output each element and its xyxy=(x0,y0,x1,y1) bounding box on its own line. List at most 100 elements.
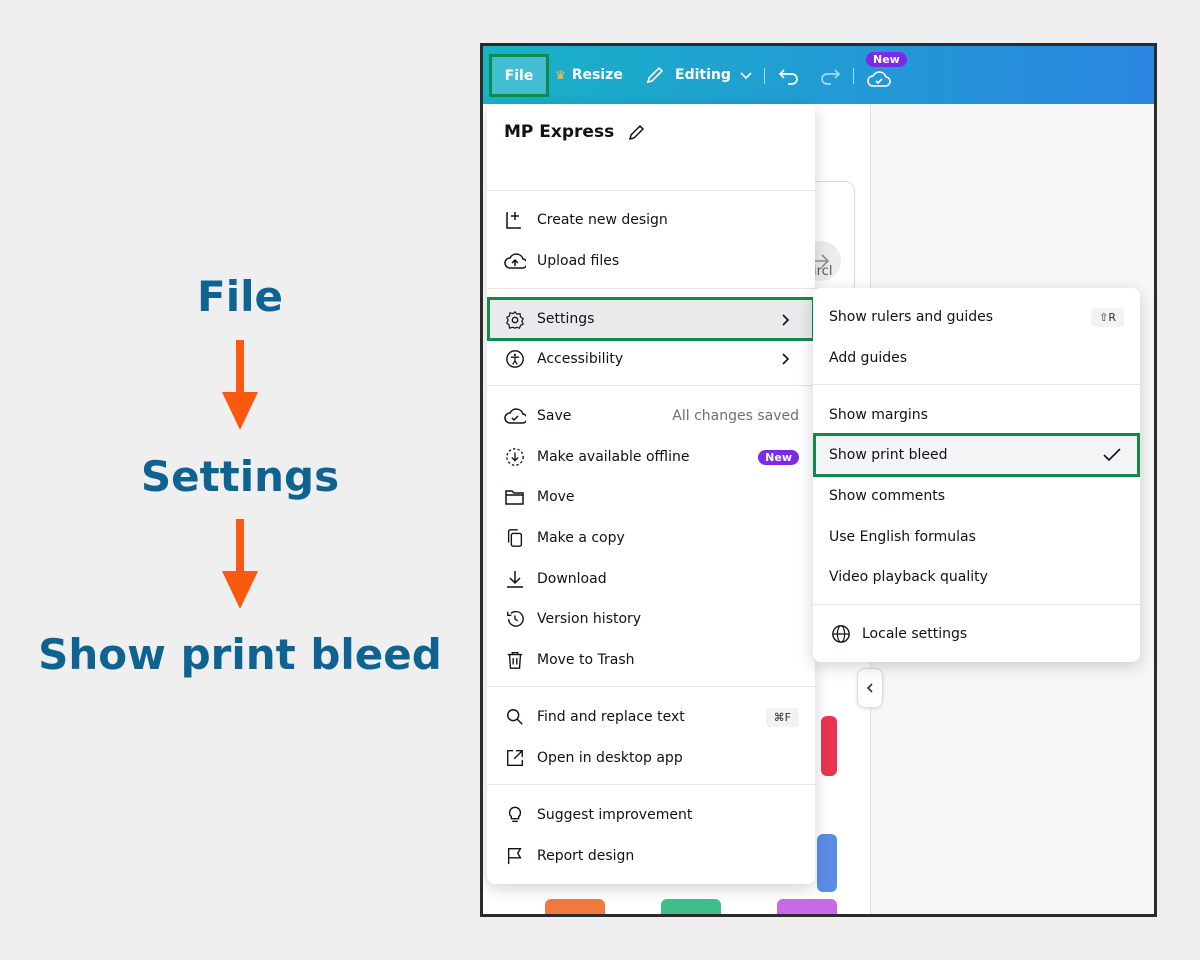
menu-item-label: Download xyxy=(537,571,607,587)
history-icon xyxy=(507,610,524,627)
submenu-item-add-guides[interactable]: Add guides xyxy=(813,339,1140,377)
cloud-check-icon xyxy=(867,71,891,87)
pencil-icon xyxy=(629,124,645,141)
menu-item-settings[interactable]: Settings xyxy=(487,297,815,341)
menu-item-label: Settings xyxy=(537,311,595,327)
globe-icon xyxy=(832,625,850,643)
file-menu-button[interactable]: File xyxy=(489,54,549,97)
thumbnail xyxy=(661,899,721,914)
editing-label: Editing xyxy=(675,67,731,83)
offline-download-icon xyxy=(506,448,524,466)
shortcut-key: ⇧R xyxy=(1091,307,1124,327)
submenu-item-label: Show comments xyxy=(829,488,946,504)
cloud-check-icon xyxy=(504,408,526,424)
chevron-right-icon xyxy=(782,353,790,365)
menu-item-save[interactable]: Save All changes saved xyxy=(487,397,815,435)
menu-item-label: Make available offline xyxy=(537,449,690,465)
submenu-item-label: Show rulers and guides xyxy=(829,309,994,325)
menu-item-make-available-offline[interactable]: Make available offline New xyxy=(487,438,815,476)
redo-button[interactable] xyxy=(819,46,841,104)
cloud-upload-icon xyxy=(504,253,526,269)
crown-icon: ♛ xyxy=(555,68,566,82)
menu-item-label: Create new design xyxy=(537,212,668,228)
copy-icon xyxy=(507,529,523,547)
menu-item-download[interactable]: Download xyxy=(487,560,815,598)
menu-divider xyxy=(487,288,815,289)
thumbnail xyxy=(545,899,605,914)
add-page-icon xyxy=(506,212,521,229)
down-arrow-icon xyxy=(222,340,258,430)
trash-icon xyxy=(507,652,523,669)
menu-item-accessibility[interactable]: Accessibility xyxy=(487,340,815,378)
folder-icon xyxy=(505,490,524,505)
menu-item-move[interactable]: Move xyxy=(487,478,815,516)
resize-button[interactable]: ♛ Resize xyxy=(555,46,623,104)
menu-item-label: Find and replace text xyxy=(537,709,685,725)
thumbnail xyxy=(821,716,837,776)
submenu-item-locale-settings[interactable]: Locale settings xyxy=(813,615,1140,653)
top-toolbar: File ♛ Resize Editing New xyxy=(483,46,1154,104)
step-file-label: File xyxy=(197,272,283,321)
submenu-item-label: Use English formulas xyxy=(829,529,976,545)
submenu-item-label: Show margins xyxy=(829,407,928,423)
submenu-item-show-print-bleed[interactable]: Show print bleed xyxy=(813,433,1140,477)
collapse-panel-button[interactable] xyxy=(857,668,883,708)
submenu-item-video-playback-quality[interactable]: Video playback quality xyxy=(813,558,1140,596)
submenu-item-label: Add guides xyxy=(829,350,907,366)
new-badge: New xyxy=(866,52,907,67)
menu-item-create-new-design[interactable]: Create new design xyxy=(487,201,815,239)
resize-label: Resize xyxy=(571,67,623,83)
menu-item-label: Suggest improvement xyxy=(537,807,693,823)
menu-item-label: Move to Trash xyxy=(537,652,635,668)
toolbar-divider xyxy=(764,68,765,84)
menu-item-label: Upload files xyxy=(537,253,620,269)
pencil-icon xyxy=(646,66,664,84)
menu-divider xyxy=(813,604,1140,605)
editor-screenshot: ircl File ♛ Resize Editing New MP Expres… xyxy=(480,43,1157,917)
download-icon xyxy=(507,571,523,588)
undo-button[interactable] xyxy=(778,46,800,104)
search-icon xyxy=(506,709,523,725)
menu-item-find-replace[interactable]: Find and replace text ⌘F xyxy=(487,698,815,736)
submenu-item-english-formulas[interactable]: Use English formulas xyxy=(813,518,1140,556)
shortcut-key: ⌘F xyxy=(765,707,799,727)
redo-icon xyxy=(821,69,841,85)
editing-mode-button[interactable]: Editing xyxy=(645,46,753,104)
submenu-item-show-rulers[interactable]: Show rulers and guides ⇧R xyxy=(813,298,1140,336)
lightbulb-icon xyxy=(508,806,522,823)
menu-divider xyxy=(487,686,815,687)
design-title[interactable]: MP Express xyxy=(504,122,646,142)
thumbnail xyxy=(817,834,837,892)
down-arrow-icon xyxy=(222,519,258,609)
chevron-right-icon xyxy=(782,314,790,326)
menu-item-make-a-copy[interactable]: Make a copy xyxy=(487,519,815,557)
menu-item-version-history[interactable]: Version history xyxy=(487,600,815,638)
submenu-item-label: Video playback quality xyxy=(829,569,988,585)
external-link-icon xyxy=(507,750,523,766)
menu-item-open-desktop-app[interactable]: Open in desktop app xyxy=(487,739,815,777)
file-menu: MP Express Create new design Upload file… xyxy=(487,104,815,884)
thumbnail xyxy=(777,899,837,914)
instruction-steps: File Settings Show print bleed xyxy=(0,0,480,960)
chevron-down-icon xyxy=(740,72,752,80)
submenu-item-label: Locale settings xyxy=(862,626,968,642)
menu-item-label: Accessibility xyxy=(537,351,624,367)
undo-icon xyxy=(778,69,798,85)
menu-divider xyxy=(487,190,815,191)
menu-item-label: Open in desktop app xyxy=(537,750,683,766)
menu-item-move-to-trash[interactable]: Move to Trash xyxy=(487,641,815,679)
menu-item-label: Version history xyxy=(537,611,642,627)
menu-divider xyxy=(813,384,1140,385)
menu-item-label: Move xyxy=(537,489,575,505)
menu-item-report-design[interactable]: Report design xyxy=(487,837,815,875)
menu-item-suggest-improvement[interactable]: Suggest improvement xyxy=(487,796,815,834)
submenu-item-show-comments[interactable]: Show comments xyxy=(813,477,1140,515)
step-print-bleed-label: Show print bleed xyxy=(38,630,442,679)
flag-icon xyxy=(507,848,522,865)
submenu-item-show-margins[interactable]: Show margins xyxy=(813,396,1140,434)
gear-icon xyxy=(506,310,524,329)
menu-divider xyxy=(487,784,815,785)
settings-submenu: Show rulers and guides ⇧R Add guides Sho… xyxy=(813,288,1140,662)
menu-item-upload-files[interactable]: Upload files xyxy=(487,242,815,280)
design-title-text: MP Express xyxy=(504,122,615,142)
